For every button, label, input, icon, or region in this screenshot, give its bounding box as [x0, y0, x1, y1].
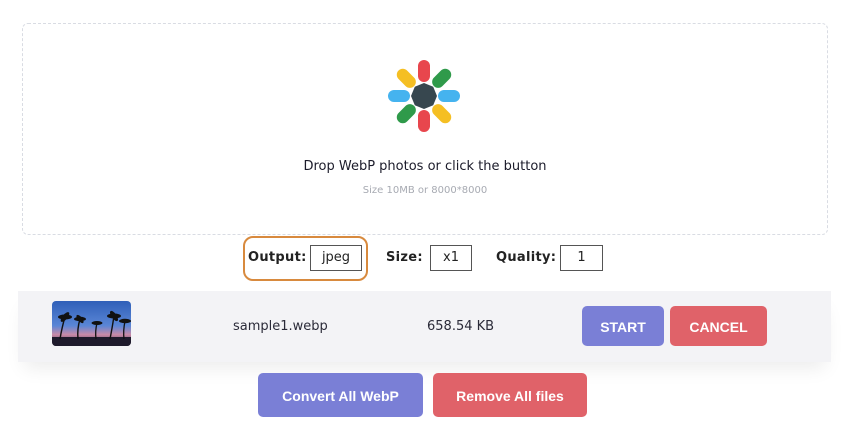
output-label: Output: [248, 250, 307, 265]
cancel-button[interactable]: CANCEL [670, 306, 767, 346]
output-format-select[interactable]: jpeg [310, 245, 362, 271]
file-name: sample1.webp [233, 319, 328, 334]
start-button[interactable]: START [582, 306, 664, 346]
convert-all-button[interactable]: Convert All WebP [258, 373, 423, 417]
drop-size-limit: Size 10MB or 8000*8000 [362, 185, 488, 196]
palm-trees-sunset-thumbnail [52, 301, 131, 346]
quality-label: Quality: [496, 250, 557, 265]
size-scale-input[interactable]: x1 [430, 245, 472, 271]
webp-flower-logo-icon[interactable] [384, 56, 464, 136]
remove-all-button[interactable]: Remove All files [433, 373, 587, 417]
file-size: 658.54 KB [427, 319, 495, 334]
size-label: Size: [386, 250, 423, 265]
quality-input[interactable]: 1 [560, 245, 603, 271]
drop-title: Drop WebP photos or click the button [303, 159, 547, 174]
